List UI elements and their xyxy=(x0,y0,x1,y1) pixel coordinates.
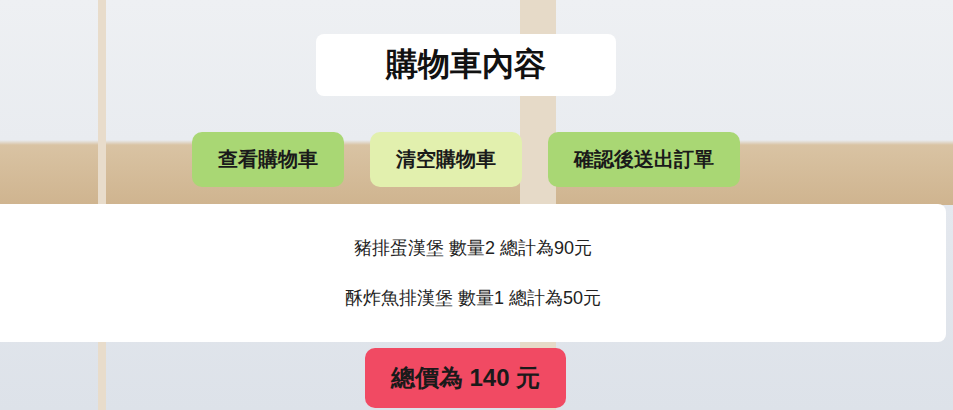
cart-item: 豬排蛋漢堡 數量2 總計為90元 xyxy=(354,236,592,260)
button-row: 查看購物車清空購物車確認後送出訂單 xyxy=(192,132,740,187)
total-badge: 總價為 140 元 xyxy=(365,348,566,408)
action-button[interactable]: 清空購物車 xyxy=(370,132,522,187)
action-button[interactable]: 確認後送出訂單 xyxy=(548,132,740,187)
cart-page: 購物車內容查看購物車清空購物車確認後送出訂單豬排蛋漢堡 數量2 總計為90元酥炸… xyxy=(0,0,953,410)
cart-item: 酥炸魚排漢堡 數量1 總計為50元 xyxy=(345,286,601,310)
cart-panel: 豬排蛋漢堡 數量2 總計為90元酥炸魚排漢堡 數量1 總計為50元 xyxy=(0,204,946,342)
action-button[interactable]: 查看購物車 xyxy=(192,132,344,187)
page-title: 購物車內容 xyxy=(316,34,616,96)
